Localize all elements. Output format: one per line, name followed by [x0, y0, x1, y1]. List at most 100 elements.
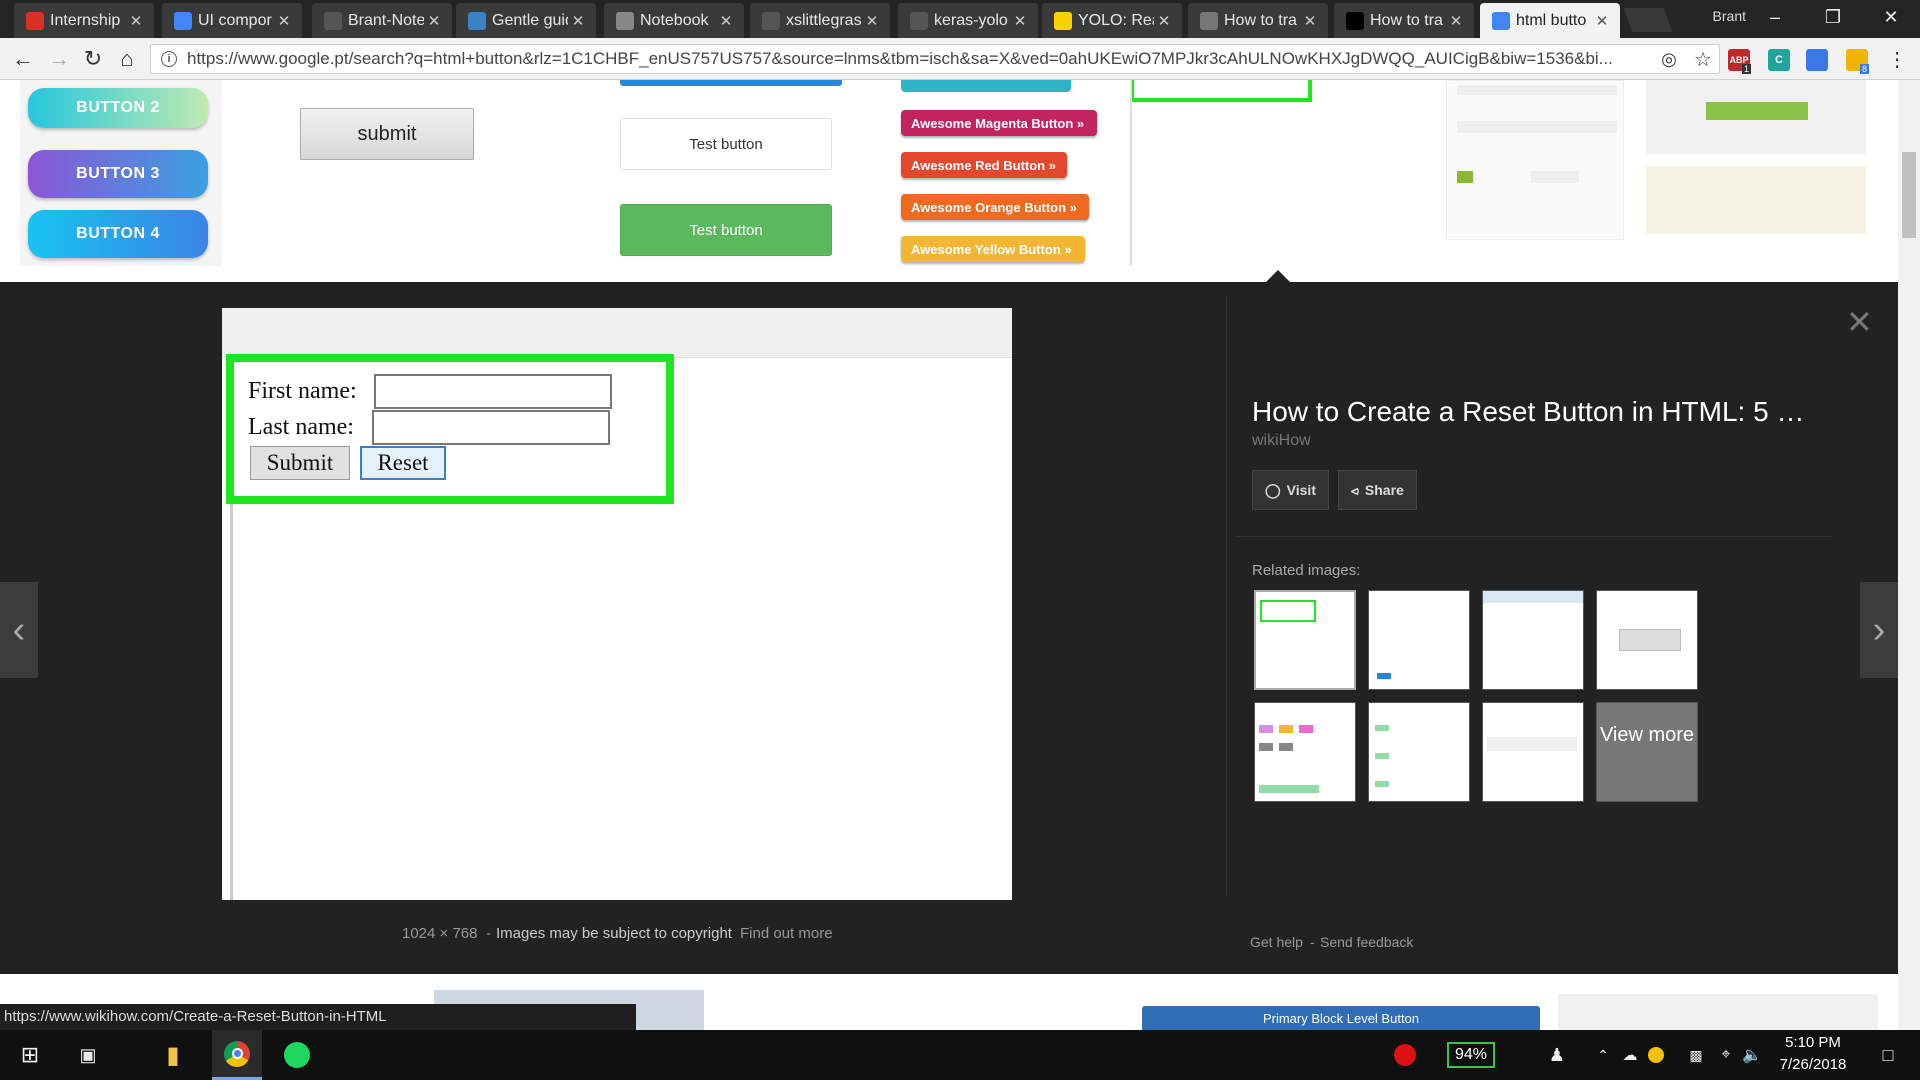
- extension-page-icon[interactable]: [1806, 49, 1828, 71]
- awesome-button-0[interactable]: Awesome Magenta Button »: [901, 110, 1097, 136]
- address-url[interactable]: https://www.google.pt/search?q=html+butt…: [187, 49, 1667, 69]
- tab-7[interactable]: YOLO: Real✕: [1042, 3, 1182, 38]
- thumb-swatch: [1457, 171, 1473, 183]
- bookmark-star-icon[interactable]: ☆: [1690, 46, 1716, 72]
- menu-icon[interactable]: ⋮: [1884, 46, 1910, 72]
- profile-name[interactable]: Brant: [1713, 8, 1746, 24]
- battery-tray-icon[interactable]: ▩: [1684, 1030, 1708, 1080]
- scrollbar-thumb[interactable]: [1902, 152, 1916, 238]
- related-thumbnail-7[interactable]: [1482, 702, 1584, 802]
- primary-block-button[interactable]: Primary Block Level Button: [1142, 1006, 1540, 1030]
- tab-9[interactable]: How to tra ✕: [1334, 3, 1474, 38]
- onedrive-icon[interactable]: ☁: [1618, 1030, 1642, 1080]
- tab-2[interactable]: Brant-Note ✕: [312, 3, 452, 38]
- related-thumbnail-2[interactable]: [1368, 590, 1470, 690]
- file-explorer-icon[interactable]: ▮: [150, 1030, 196, 1080]
- people-icon[interactable]: ♟: [1544, 1030, 1570, 1080]
- related-thumbnail-4[interactable]: [1596, 590, 1698, 690]
- back-icon[interactable]: ←: [10, 46, 36, 72]
- close-window-icon[interactable]: ✕: [1862, 0, 1920, 34]
- next-arrow-icon[interactable]: ›: [1860, 582, 1898, 678]
- battery-percent: 94%: [1446, 1042, 1496, 1068]
- clock-date[interactable]: 7/26/2018: [1770, 1056, 1856, 1073]
- awesome-button-3[interactable]: Awesome Yellow Button »: [901, 236, 1085, 262]
- extension-c-icon[interactable]: C: [1768, 49, 1790, 71]
- chrome-taskbar-icon[interactable]: [212, 1030, 262, 1080]
- tab-close-icon[interactable]: ✕: [1154, 12, 1174, 30]
- tab-close-icon[interactable]: ✕: [274, 12, 294, 30]
- spotify-logo-icon: [284, 1042, 310, 1068]
- location-icon[interactable]: ◎: [1656, 46, 1682, 72]
- thumb-submit-button: [1619, 629, 1681, 651]
- view-more-thumbnail[interactable]: View more: [1596, 702, 1698, 802]
- share-button[interactable]: ⪦ Share: [1338, 470, 1417, 510]
- tab-close-icon[interactable]: ✕: [1446, 12, 1466, 30]
- send-feedback-link[interactable]: Send feedback: [1320, 934, 1413, 950]
- docs-icon: [174, 11, 192, 30]
- thumb-line: [1457, 121, 1617, 133]
- new-tab-button[interactable]: [1623, 8, 1673, 32]
- find-out-more-link[interactable]: Find out more: [740, 925, 833, 942]
- tab-5[interactable]: xslittlegras ✕: [750, 3, 890, 38]
- tab-close-icon[interactable]: ✕: [126, 12, 146, 30]
- github-icon: [762, 11, 780, 30]
- related-thumbnail-6[interactable]: [1368, 702, 1470, 802]
- clock-time[interactable]: 5:10 PM: [1770, 1034, 1856, 1051]
- result-thumbnail-grey[interactable]: [1558, 994, 1878, 1030]
- tab-6[interactable]: keras-yolo ✕: [898, 3, 1038, 38]
- last-name-label: Last name:: [248, 414, 354, 440]
- result-test-button-2[interactable]: Test button: [620, 204, 832, 256]
- tab-4[interactable]: Notebook ✕: [604, 3, 744, 38]
- tab-close-icon[interactable]: ✕: [716, 12, 736, 30]
- result-thumbnail-green[interactable]: [1646, 80, 1866, 154]
- windows-start-icon[interactable]: ⊞: [8, 1030, 52, 1080]
- related-thumbnail-3[interactable]: [1482, 590, 1584, 690]
- page-scrollbar[interactable]: [1898, 80, 1920, 1030]
- home-icon[interactable]: ⌂: [114, 46, 140, 72]
- address-bar[interactable]: i https://www.google.pt/search?q=html+bu…: [150, 44, 1720, 74]
- result-title[interactable]: How to Create a Reset Button in HTML: 5 …: [1252, 396, 1804, 428]
- forward-icon[interactable]: →: [46, 46, 72, 72]
- visit-button[interactable]: ◯ Visit: [1252, 470, 1329, 510]
- tab-close-icon[interactable]: ✕: [1010, 12, 1030, 30]
- result-submit-button[interactable]: submit: [300, 108, 474, 160]
- tab-close-icon[interactable]: ✕: [862, 12, 882, 30]
- result-test-button-2-label: Test button: [689, 221, 763, 239]
- tab-close-icon[interactable]: ✕: [568, 12, 588, 30]
- info-icon[interactable]: i: [161, 51, 177, 67]
- result-thumbnail-form[interactable]: [1446, 80, 1624, 240]
- awesome-button-2[interactable]: Awesome Orange Button »: [901, 194, 1089, 220]
- previous-arrow-icon[interactable]: ‹: [0, 582, 38, 678]
- related-thumbnail-1[interactable]: [1254, 590, 1356, 690]
- battery-indicator[interactable]: 94%: [1440, 1030, 1502, 1080]
- result-selected-thumbnail[interactable]: [1130, 80, 1312, 102]
- volume-icon[interactable]: 🔈: [1740, 1030, 1764, 1080]
- tab-10[interactable]: html butto ✕: [1480, 3, 1620, 38]
- get-help-link[interactable]: Get help: [1250, 934, 1303, 950]
- reload-icon[interactable]: ↻: [80, 46, 106, 72]
- awesome-button-1[interactable]: Awesome Red Button »: [901, 152, 1067, 178]
- tab-close-icon[interactable]: ✕: [1592, 12, 1612, 30]
- related-thumbnail-5[interactable]: [1254, 702, 1356, 802]
- tab-1[interactable]: UI compor ✕: [162, 3, 302, 38]
- medium-icon: [1346, 11, 1364, 30]
- tab-3[interactable]: Gentle guid ✕: [456, 3, 596, 38]
- result-test-button-1[interactable]: Test button: [620, 118, 832, 170]
- chrome-tray-icon[interactable]: [1644, 1030, 1668, 1080]
- spotify-taskbar-icon[interactable]: [274, 1030, 320, 1080]
- task-view-icon[interactable]: ▣: [66, 1030, 110, 1080]
- tab-0[interactable]: Internship ✕: [14, 3, 154, 38]
- tab-close-icon[interactable]: ✕: [1300, 12, 1320, 30]
- result-thumbnail-code[interactable]: [1646, 166, 1866, 234]
- result-test-button-1-label: Test button: [689, 135, 763, 153]
- wifi-icon[interactable]: ⌖: [1714, 1030, 1738, 1080]
- tray-app-icon[interactable]: [1390, 1030, 1420, 1080]
- restore-icon[interactable]: ❐: [1804, 0, 1862, 34]
- minimize-icon[interactable]: –: [1746, 0, 1804, 34]
- result-source[interactable]: wikiHow: [1252, 432, 1311, 450]
- tab-8[interactable]: How to tra ✕: [1188, 3, 1328, 38]
- close-viewer-icon[interactable]: ✕: [1846, 306, 1873, 338]
- show-hidden-icons-icon[interactable]: ⌃: [1592, 1030, 1614, 1080]
- action-center-icon[interactable]: □: [1868, 1030, 1908, 1080]
- tab-close-icon[interactable]: ✕: [424, 12, 444, 30]
